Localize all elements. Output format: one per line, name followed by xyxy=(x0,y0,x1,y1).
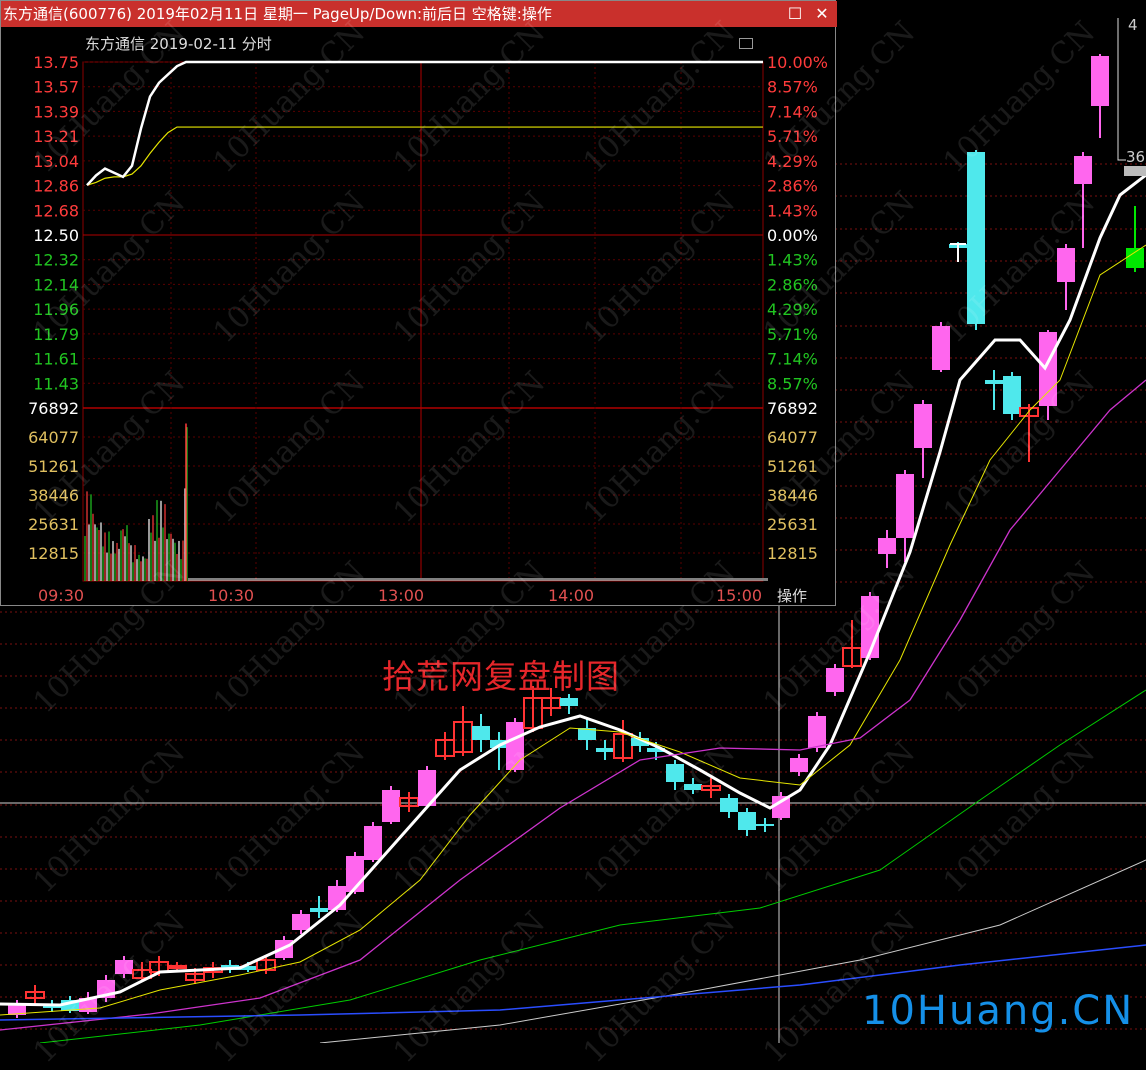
partial-label: 36 xyxy=(1126,148,1145,166)
candle-body xyxy=(738,812,756,830)
volume-tick-label: 12815 xyxy=(28,544,79,563)
price-marker-box xyxy=(1124,166,1146,176)
toggle-icon[interactable] xyxy=(739,38,753,49)
brand-logo: 10Huang.CN xyxy=(862,988,1135,1034)
volume-tick-label: 76892 xyxy=(767,399,818,418)
partial-label: 4 xyxy=(1128,16,1138,34)
time-tick-label: 15:00 xyxy=(716,586,762,605)
maximize-icon[interactable]: ☐ xyxy=(782,1,808,27)
pct-tick-label: 0.00% xyxy=(767,226,818,245)
intraday-chart: 13.75 10.00% 13.57 8.57% 13.39 7.14% 13.21 5.71… xyxy=(28,53,828,605)
price-tick-label: 11.96 xyxy=(33,300,79,319)
candle-body xyxy=(914,404,932,448)
replay-caption: 拾荒网复盘制图 xyxy=(382,657,620,696)
price-tick-label: 13.04 xyxy=(33,152,79,171)
price-marker xyxy=(1117,18,1126,161)
close-icon[interactable]: ✕ xyxy=(809,1,835,27)
pct-tick-label: 4.29% xyxy=(767,300,818,319)
candle-body xyxy=(1091,56,1109,106)
pct-tick-label: 1.43% xyxy=(767,251,818,270)
pct-tick-label: 5.71% xyxy=(767,325,818,344)
candle-body xyxy=(560,698,578,706)
time-tick-label: 14:00 xyxy=(548,586,594,605)
volume-tick-label: 64077 xyxy=(28,428,79,447)
volume-tick-label: 25631 xyxy=(28,515,79,534)
candle-body xyxy=(1074,156,1092,184)
price-tick-label: 12.86 xyxy=(33,177,79,196)
price-tick-label: 11.61 xyxy=(33,350,79,369)
pct-tick-label: 7.14% xyxy=(767,350,818,369)
candle-body xyxy=(382,790,400,822)
pct-tick-label: 8.57% xyxy=(767,374,818,393)
volume-tick-label: 38446 xyxy=(28,486,79,505)
pct-tick-label: 4.29% xyxy=(767,152,818,171)
window-title: 东方通信(600776) 2019年02月11日 星期一 PageUp/Down… xyxy=(3,5,552,23)
candle-body xyxy=(720,798,738,812)
candle-body xyxy=(808,716,826,748)
price-tick-label: 11.79 xyxy=(33,325,79,344)
price-tick-label: 13.21 xyxy=(33,127,79,146)
popup-titlebar[interactable]: 东方通信(600776) 2019年02月11日 星期一 PageUp/Down… xyxy=(1,1,837,27)
candle-body xyxy=(364,826,382,860)
candle-body xyxy=(167,965,187,969)
price-tick-label: 13.75 xyxy=(33,53,79,72)
time-tick-label: 09:30 xyxy=(38,586,84,605)
candle-body xyxy=(1003,376,1021,414)
price-tick-label: 13.57 xyxy=(33,78,79,97)
price-tick-label: 12.50 xyxy=(33,226,79,245)
volume-tick-label: 64077 xyxy=(767,428,818,447)
candle-body xyxy=(472,726,490,740)
candle-body xyxy=(292,914,310,930)
pct-tick-label: 10.00% xyxy=(767,53,828,72)
pct-tick-label: 8.57% xyxy=(767,78,818,97)
price-tick-label: 11.43 xyxy=(33,374,79,393)
pct-tick-label: 1.43% xyxy=(767,201,818,220)
volume-tick-label: 76892 xyxy=(28,399,79,418)
pct-tick-label: 5.71% xyxy=(767,127,818,146)
candle-body xyxy=(967,152,985,324)
candle-body xyxy=(115,960,133,974)
candle-body xyxy=(826,668,844,692)
price-line xyxy=(86,60,763,187)
volume-tick-label: 12815 xyxy=(767,544,818,563)
candle-body xyxy=(684,784,702,790)
candle-body xyxy=(1039,332,1057,406)
volume-tick-label: 25631 xyxy=(767,515,818,534)
volume-tick-label: 51261 xyxy=(767,457,818,476)
candle-body xyxy=(878,538,896,554)
candle-body xyxy=(666,764,684,782)
pct-tick-label: 2.86% xyxy=(767,177,818,196)
candle-body xyxy=(596,748,614,752)
volume-tick-label: 38446 xyxy=(767,486,818,505)
intraday-popup-window[interactable]: 东方通信(600776) 2019年02月11日 星期一 PageUp/Down… xyxy=(0,0,837,606)
pct-tick-label: 7.14% xyxy=(767,102,818,121)
price-tick-label: 13.39 xyxy=(33,102,79,121)
price-tick-label: 12.14 xyxy=(33,275,79,294)
candle-body xyxy=(790,758,808,772)
price-tick-label: 12.32 xyxy=(33,251,79,270)
candle-body xyxy=(310,908,328,912)
candle-body xyxy=(506,722,524,770)
candle-body xyxy=(1126,248,1144,268)
candle-body xyxy=(932,326,950,370)
pct-tick-label: 2.86% xyxy=(767,275,818,294)
time-tick-label: 10:30 xyxy=(208,586,254,605)
price-tick-label: 12.68 xyxy=(33,201,79,220)
volume-tick-label: 51261 xyxy=(28,457,79,476)
candle-body xyxy=(1057,248,1075,282)
time-tick-label: 13:00 xyxy=(378,586,424,605)
candle-body xyxy=(896,474,914,538)
operate-button[interactable]: 操作 xyxy=(777,585,807,606)
candle-body xyxy=(985,380,1003,384)
candle-body xyxy=(756,824,774,826)
chart-subtitle: 东方通信 2019-02-11 分时 xyxy=(85,35,272,53)
